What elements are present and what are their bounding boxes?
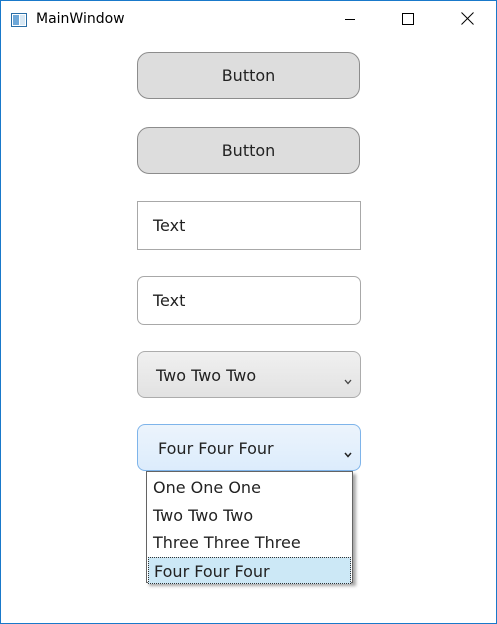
minimize-button[interactable] bbox=[321, 1, 379, 38]
main-window: MainWindow Button Button Text Text Two T… bbox=[0, 0, 497, 624]
combo-box-2[interactable]: Four Four Four bbox=[137, 424, 361, 471]
combo-box-2-value: Four Four Four bbox=[158, 439, 274, 458]
chevron-down-icon bbox=[344, 370, 352, 385]
text-box-2[interactable]: Text bbox=[137, 276, 361, 325]
app-window-icon bbox=[11, 12, 27, 27]
close-icon bbox=[460, 10, 474, 29]
window-title: MainWindow bbox=[36, 11, 125, 27]
button-1[interactable]: Button bbox=[137, 52, 360, 99]
chevron-down-icon bbox=[344, 443, 352, 458]
combo-box-1-value: Two Two Two bbox=[156, 366, 257, 385]
dropdown-item-three[interactable]: Three Three Three bbox=[147, 529, 352, 557]
combo-dropdown-list: One One One Two Two Two Three Three Thre… bbox=[146, 471, 353, 584]
title-bar[interactable]: MainWindow bbox=[1, 1, 496, 38]
dropdown-item-two[interactable]: Two Two Two bbox=[147, 502, 352, 530]
maximize-button[interactable] bbox=[379, 1, 437, 38]
combo-box-1[interactable]: Two Two Two bbox=[137, 351, 361, 398]
dropdown-item-one[interactable]: One One One bbox=[147, 474, 352, 502]
close-button[interactable] bbox=[438, 1, 496, 38]
maximize-icon bbox=[402, 10, 414, 29]
text-box-1[interactable]: Text bbox=[137, 201, 361, 250]
dropdown-item-four[interactable]: Four Four Four bbox=[148, 556, 351, 584]
minimize-icon bbox=[344, 10, 356, 29]
button-2[interactable]: Button bbox=[137, 127, 360, 174]
